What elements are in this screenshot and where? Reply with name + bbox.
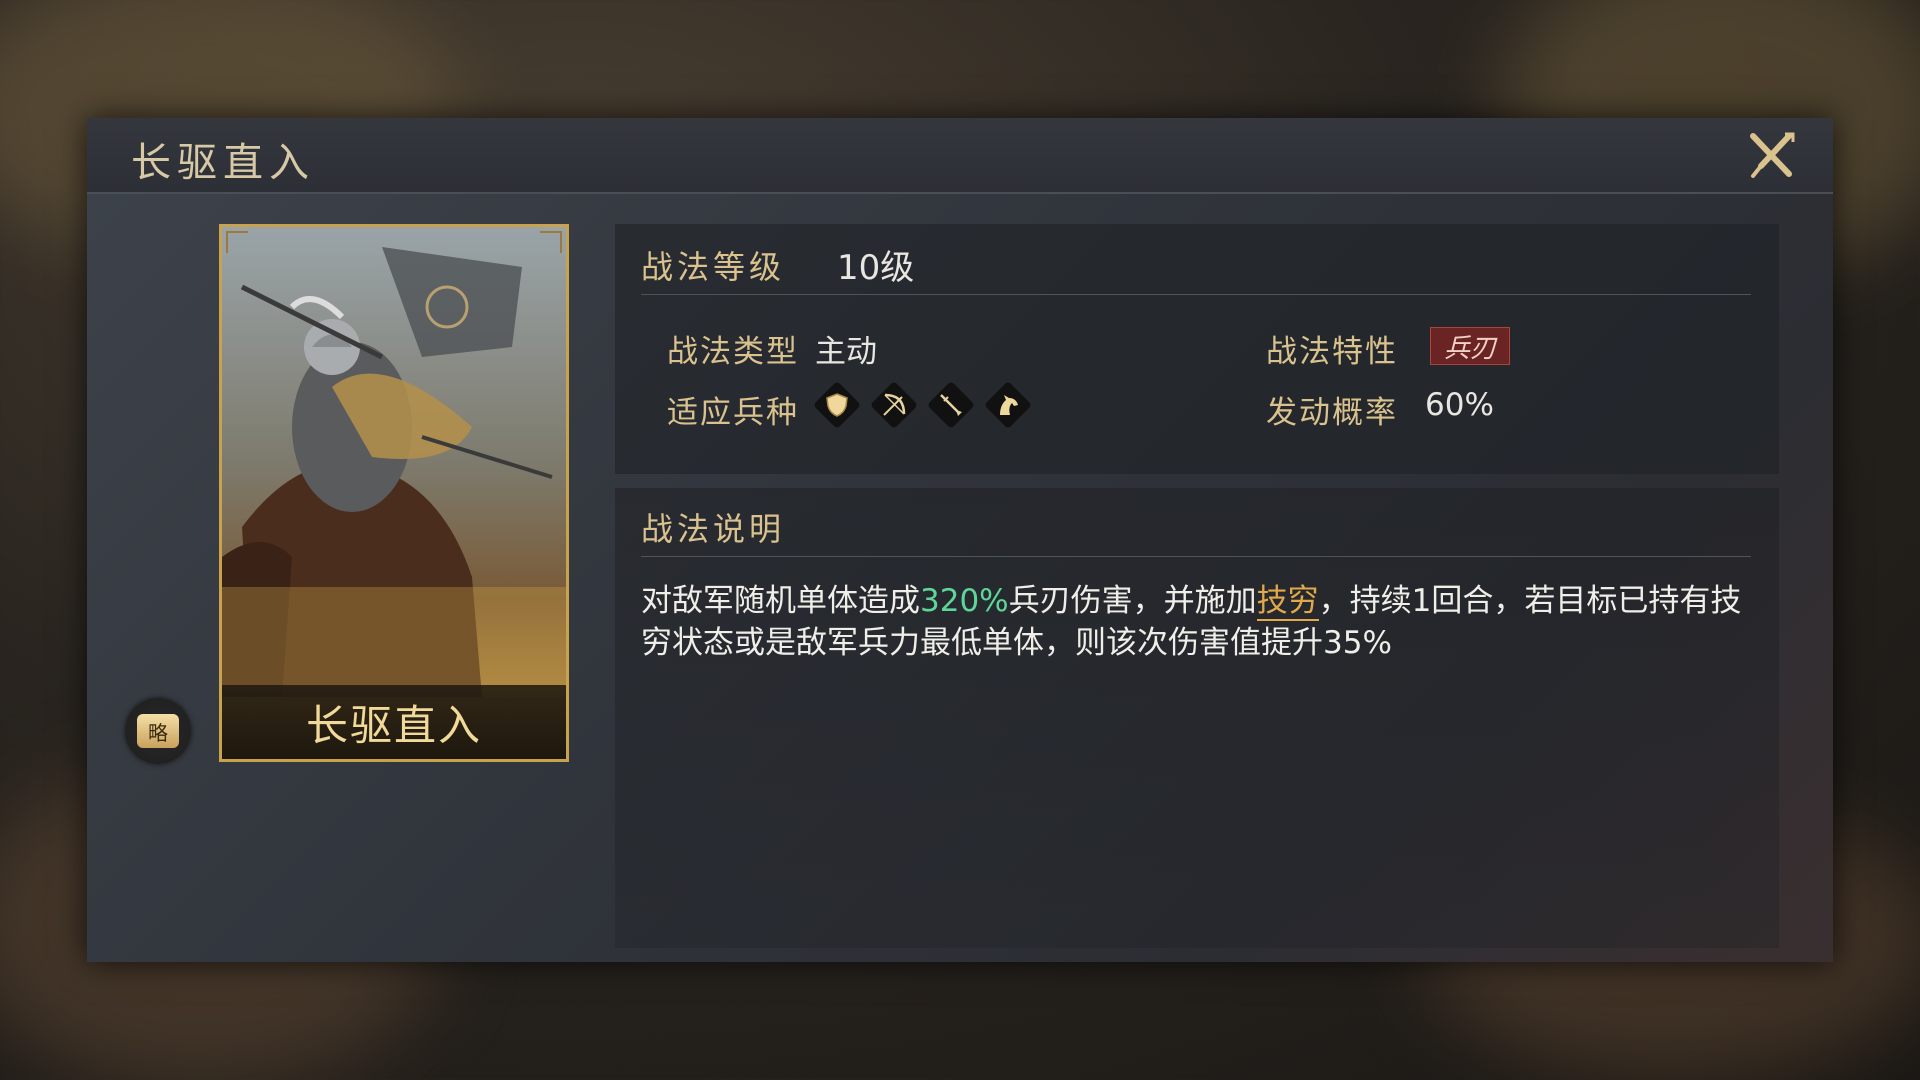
skill-description-panel: 战法说明 对敌军随机单体造成320%兵刃伤害，并施加技穷，持续1回合，若目标已持… bbox=[615, 488, 1779, 948]
trait-badge[interactable]: 兵刃 bbox=[1430, 327, 1510, 365]
status-link[interactable]: 技穷 bbox=[1256, 583, 1319, 621]
unit-spear[interactable] bbox=[926, 380, 976, 430]
level-label: 战法等级 bbox=[641, 248, 786, 286]
divider bbox=[641, 294, 1751, 295]
damage-percent: 320% bbox=[920, 583, 1009, 619]
unit-bow[interactable] bbox=[869, 380, 919, 430]
unit-cavalry[interactable] bbox=[983, 380, 1033, 430]
trait-badge-text: 兵刃 bbox=[1443, 333, 1496, 364]
description-part1: 对敌军随机单体造成 bbox=[641, 583, 920, 619]
shield-icon bbox=[826, 393, 848, 417]
card-corner-ornament bbox=[226, 231, 248, 253]
trait-label: 战法特性 bbox=[1266, 334, 1398, 370]
general-portrait-image bbox=[222, 227, 566, 759]
skill-card: 长驱直入 bbox=[219, 224, 569, 762]
units-label: 适应兵种 bbox=[667, 395, 799, 431]
skill-info-panel: 战法等级 10级 战法类型 主动 战法特性 兵刃 适应兵种 发动概率 60% bbox=[615, 224, 1779, 474]
rate-value: 60% bbox=[1425, 387, 1494, 423]
type-label: 战法类型 bbox=[667, 334, 799, 370]
divider bbox=[641, 556, 1751, 557]
card-name: 长驱直入 bbox=[305, 700, 482, 750]
unit-shield[interactable] bbox=[812, 380, 862, 430]
description-text: 对敌军随机单体造成320%兵刃伤害，并施加技穷，持续1回合，若目标已持有技穷状态… bbox=[641, 580, 1761, 664]
rate-label: 发动概率 bbox=[1266, 395, 1398, 431]
close-icon bbox=[1750, 132, 1795, 178]
dialog-titlebar: 长驱直入 bbox=[87, 118, 1833, 194]
close-button[interactable] bbox=[1743, 128, 1799, 184]
type-value: 主动 bbox=[815, 334, 877, 370]
description-title: 战法说明 bbox=[641, 510, 786, 548]
horse-icon bbox=[1000, 395, 1018, 415]
skill-detail-dialog: 长驱直入 长驱直入 略 战法等级 10级 战法类型 主动 战法特性 兵刃 适应兵… bbox=[87, 118, 1833, 962]
dialog-title: 长驱直入 bbox=[131, 140, 315, 186]
bow-icon bbox=[883, 393, 906, 416]
level-value: 10级 bbox=[837, 248, 915, 288]
speech-bubble-icon: 略 bbox=[137, 714, 179, 748]
strategy-button[interactable]: 略 bbox=[125, 698, 191, 764]
card-name-bar: 长驱直入 bbox=[222, 685, 566, 759]
spear-icon bbox=[940, 394, 962, 416]
description-part2: 兵刃伤害，并施加 bbox=[1008, 583, 1257, 619]
card-corner-ornament bbox=[540, 231, 562, 253]
strategy-badge-text: 略 bbox=[148, 720, 168, 745]
